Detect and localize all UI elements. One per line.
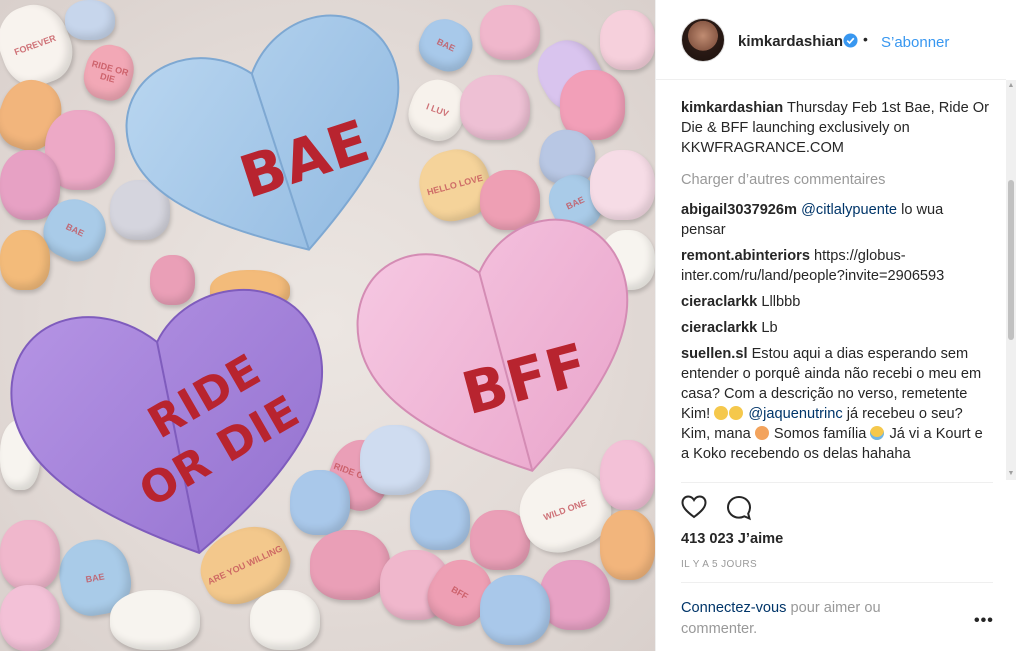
- load-more-comments[interactable]: Charger d’autres commentaires: [681, 170, 991, 190]
- comment-username[interactable]: suellen.sl: [681, 346, 748, 362]
- comments-scrollbar[interactable]: ▲ ▼: [1006, 80, 1016, 480]
- candy: [410, 490, 470, 550]
- candy: [0, 585, 60, 651]
- candy: [480, 575, 550, 645]
- scroll-up-arrow-icon[interactable]: ▲: [1007, 82, 1015, 90]
- verified-badge-icon: [843, 33, 858, 48]
- scroll-thumb[interactable]: [1008, 180, 1014, 340]
- divider: [681, 482, 993, 483]
- post-timestamp[interactable]: IL Y A 5 JOURS: [681, 559, 757, 570]
- comments-list: kimkardashian Thursday Feb 1st Bae, Ride…: [681, 98, 991, 478]
- comment-text: Lb: [761, 320, 778, 336]
- comment-username[interactable]: abigail3037926m: [681, 202, 797, 218]
- comment-username[interactable]: cieraclarkk: [681, 320, 757, 336]
- username[interactable]: kimkardashian: [738, 33, 843, 50]
- comment-bubble-icon[interactable]: [726, 495, 752, 521]
- comment-mention[interactable]: @jaquenutrinc: [748, 406, 842, 422]
- candy: [540, 560, 610, 630]
- heart-bottle-ride-or-die: RIDE OR DIE: [0, 265, 350, 565]
- caption-username[interactable]: kimkardashian: [681, 100, 783, 116]
- comment-username[interactable]: remont.abinteriors: [681, 248, 810, 264]
- follow-button[interactable]: S’abonner: [881, 34, 949, 51]
- relieved-emoji-icon: [714, 406, 729, 420]
- comment-text: Somos família: [773, 426, 867, 442]
- comment-item: abigail3037926m @citlalypuente lo wua pe…: [681, 200, 991, 240]
- post-header: kimkardashian • S’abonner: [656, 0, 1006, 80]
- candy: [480, 5, 540, 60]
- candy: [65, 0, 115, 40]
- likes-count[interactable]: 413 023 J’aime: [681, 531, 783, 547]
- comment-text: Lllbbb: [761, 294, 801, 310]
- candy: [600, 510, 655, 580]
- comment-item: cieraclarkk Lllbbb: [681, 292, 991, 312]
- comment-item: remont.abinteriors https://globus-inter.…: [681, 246, 991, 286]
- post-image[interactable]: FOREVER RIDE OR DIE BAE I LUV HELLO LOVE…: [0, 0, 655, 651]
- candy: [460, 75, 530, 140]
- laughing-tears-emoji-icon: [870, 426, 885, 440]
- separator-dot: •: [863, 31, 868, 47]
- caption: kimkardashian Thursday Feb 1st Bae, Ride…: [681, 98, 991, 158]
- heart-icon[interactable]: [681, 495, 707, 519]
- comment-item: cieraclarkk Lb: [681, 318, 991, 338]
- login-prompt: Connectez-vous pour aimer ou commenter.: [681, 598, 941, 640]
- relieved-emoji-icon: [729, 406, 744, 420]
- comment-mention[interactable]: @citlalypuente: [801, 202, 897, 218]
- candy: [600, 10, 655, 70]
- candy: [250, 590, 320, 650]
- comment-item: suellen.sl Estou aqui a dias esperando s…: [681, 344, 991, 464]
- candy: [110, 590, 200, 650]
- more-options-icon[interactable]: •••: [974, 612, 994, 630]
- girls-emoji-icon: [754, 426, 769, 440]
- scroll-down-arrow-icon[interactable]: ▼: [1007, 470, 1015, 478]
- comment-username[interactable]: cieraclarkk: [681, 294, 757, 310]
- divider: [681, 582, 993, 583]
- login-link[interactable]: Connectez-vous: [681, 600, 786, 616]
- heart-bottle-bff: BFF: [345, 205, 655, 495]
- post-sidebar: kimkardashian • S’abonner kimkardashian …: [655, 0, 1017, 651]
- avatar[interactable]: [681, 18, 725, 62]
